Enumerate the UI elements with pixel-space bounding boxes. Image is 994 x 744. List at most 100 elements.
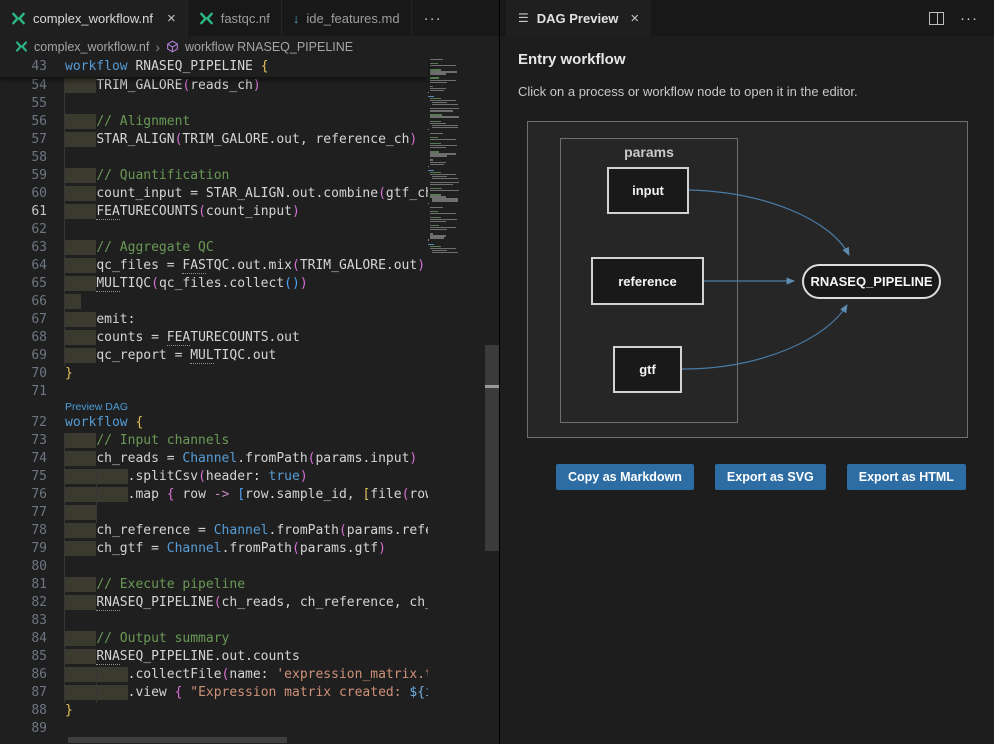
split-editor-icon[interactable] (929, 12, 944, 25)
code-token (65, 258, 96, 273)
minimap-line (432, 252, 458, 253)
breadcrumb: complex_workflow.nf › workflow RNASEQ_PI… (0, 36, 499, 57)
code-token (65, 168, 96, 183)
line-number: 79 (0, 540, 47, 558)
tab-fastqc[interactable]: fastqc.nf (188, 0, 282, 36)
code-token: ( (198, 204, 206, 219)
tab-complex-workflow[interactable]: complex_workflow.nf × (0, 0, 188, 36)
code-token: FEA (167, 330, 190, 346)
code-token: ) (409, 132, 417, 147)
codelens-preview-dag-link[interactable]: Preview DAG (47, 401, 128, 414)
code-token: ) (300, 469, 308, 484)
line-content: MULTIQC(qc_files.collect()) (47, 275, 308, 293)
line-content: qc_report = MULTIQC.out (47, 347, 276, 365)
code-token (65, 78, 96, 93)
edge-input-to-pipeline (689, 190, 849, 255)
code-token: TRIM_GALORE.out (300, 258, 417, 273)
indent-guide (96, 667, 97, 703)
minimap-line (430, 59, 443, 60)
code-token (65, 348, 96, 363)
code-line[interactable]: 70} (0, 365, 428, 383)
code-token: // Execute pipeline (96, 577, 245, 592)
code-token: TURECOUNTS (120, 204, 198, 219)
code-line[interactable]: 72workflow { (0, 414, 428, 432)
indent-guide (64, 78, 65, 366)
close-icon[interactable]: × (630, 10, 639, 27)
tab-ide-features[interactable]: ↓ ide_features.md (282, 0, 412, 36)
code-token: workflow (65, 59, 128, 74)
code-token: .collectFile (128, 667, 222, 682)
breadcrumb-file[interactable]: complex_workflow.nf (34, 40, 149, 54)
sticky-scroll-line[interactable]: 43workflow RNASEQ_PIPELINE { (0, 57, 428, 77)
code-token: params.input (315, 451, 409, 466)
minimap-line (430, 139, 455, 140)
line-number: 61 (0, 203, 47, 221)
node-input[interactable]: input (607, 167, 689, 214)
line-number: 83 (0, 612, 47, 630)
close-icon[interactable]: × (167, 11, 176, 26)
code-token: params.referen (347, 523, 428, 538)
gutter (0, 401, 47, 414)
code-token: STAR_ALIGN (96, 132, 174, 147)
tab-dag-preview[interactable]: ☰ DAG Preview × (506, 0, 651, 36)
line-number: 81 (0, 576, 47, 594)
minimap-line (432, 104, 458, 105)
code-token: FAS (182, 258, 205, 274)
line-content: // Output summary (47, 630, 229, 648)
line-content: } (47, 365, 73, 383)
export-as-svg-button[interactable]: Export as SVG (715, 464, 826, 490)
minimap-line (430, 133, 443, 134)
code-token: workflow (65, 415, 128, 430)
node-gtf[interactable]: gtf (613, 346, 682, 393)
vertical-scrollbar[interactable] (485, 345, 499, 551)
code-token: } (65, 366, 73, 381)
code-token (65, 595, 96, 610)
node-rnaseq-pipeline[interactable]: RNASEQ_PIPELINE (802, 264, 941, 299)
code-token: RNA (96, 595, 119, 611)
code-token: "Expression matrix created: (190, 685, 409, 700)
code-editor[interactable]: 54 TRIM_GALORE(reads_ch)5556 // Alignmen… (0, 57, 499, 744)
minimap-line (430, 207, 443, 208)
line-content (47, 558, 65, 576)
code-token: TQC.out.mix (206, 258, 292, 273)
minimap-line (430, 237, 444, 238)
nextflow-icon (11, 11, 26, 26)
chevron-right-icon: › (155, 39, 160, 55)
line-content: .view { "Expression matrix created: ${it… (47, 684, 428, 702)
line-number: 66 (0, 293, 47, 311)
code-token: .fromPath (237, 451, 307, 466)
line-number: 70 (0, 365, 47, 383)
code-token: counts = (96, 330, 166, 345)
tab-overflow-button[interactable]: ··· (412, 0, 454, 36)
line-content: // Input channels (47, 432, 229, 450)
minimap[interactable] (428, 59, 486, 339)
code-line[interactable]: 88} (0, 702, 428, 720)
page-subtitle: Click on a process or workflow node to o… (518, 84, 858, 99)
copy-as-markdown-button[interactable]: Copy as Markdown (556, 464, 694, 490)
code-token: ( (198, 469, 206, 484)
horizontal-scrollbar[interactable] (68, 737, 287, 743)
code-token: ch_reads = (96, 451, 182, 466)
code-line[interactable]: 71 (0, 383, 428, 401)
line-content: STAR_ALIGN(TRIM_GALORE.out, reference_ch… (47, 131, 417, 149)
minimap-line (430, 147, 446, 148)
code-token: { (261, 59, 269, 74)
line-number: 63 (0, 239, 47, 257)
node-reference[interactable]: reference (591, 257, 704, 305)
code-token: FEA (96, 204, 119, 220)
code-token: ) (292, 204, 300, 219)
code-token: TURECOUNTS.out (190, 330, 300, 345)
line-number: 55 (0, 95, 47, 113)
line-content (47, 504, 96, 522)
code-token (65, 505, 96, 520)
export-as-html-button[interactable]: Export as HTML (847, 464, 966, 490)
code-line[interactable]: 89 (0, 720, 428, 738)
code-token: TIQC.out (214, 348, 277, 363)
code-token: ${it} (409, 685, 428, 700)
code-token: ( (292, 541, 300, 556)
more-actions-icon[interactable]: ··· (960, 10, 978, 27)
code-token: // Output summary (96, 631, 229, 646)
code-token: MUL (190, 348, 213, 364)
code-token: ) (417, 258, 425, 273)
breadcrumb-symbol[interactable]: workflow RNASEQ_PIPELINE (185, 40, 353, 54)
